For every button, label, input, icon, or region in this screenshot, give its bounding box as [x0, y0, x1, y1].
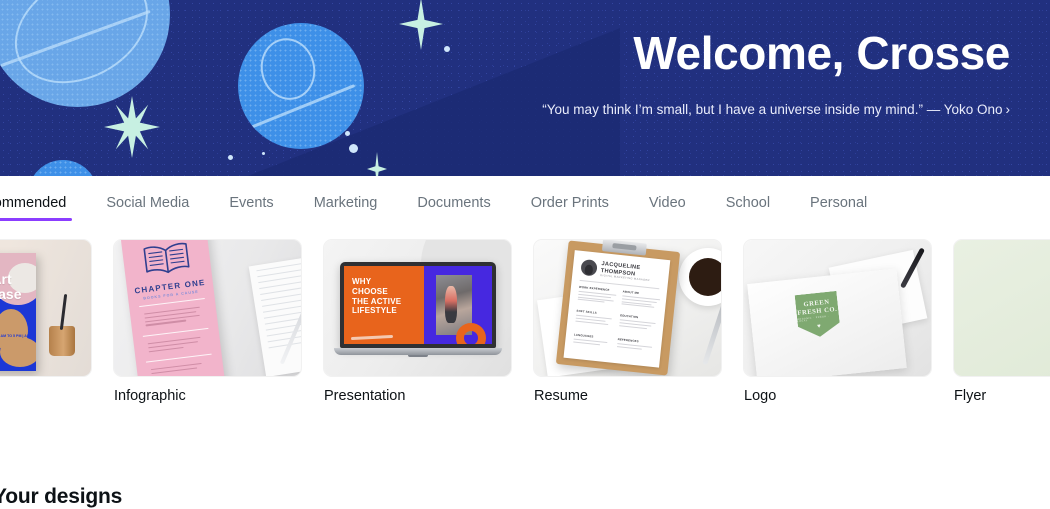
- template-card-logo[interactable]: GREEN FRESH CO. ORGANIC · FRESH · LOCAL ♥…: [744, 240, 931, 404]
- planet-icon: [28, 160, 98, 176]
- template-card-row: Crosse University presents Pride Art Sho…: [0, 240, 1050, 430]
- tab-school[interactable]: School: [706, 195, 790, 221]
- resume-artwork: JACQUELINE THOMPSON DIGITAL MARKETING MAN…: [563, 250, 671, 368]
- chevron-right-icon: ›: [1005, 101, 1011, 117]
- laptop-mockup-icon: WHYCHOOSETHE ACTIVELIFESTYLE ✕: [334, 262, 502, 357]
- poster-subtext: An exhibit to support and showcase our L…: [0, 307, 5, 324]
- envelope-front: GREEN FRESH CO. ORGANIC · FRESH · LOCAL ♥: [747, 268, 907, 376]
- banner-text-block: Welcome, Crosse “You may think I’m small…: [542, 28, 1010, 118]
- planet-icon: [238, 23, 364, 149]
- banner-quote-text: “You may think I’m small, but I have a u…: [542, 101, 1003, 117]
- planet-icon: [0, 0, 170, 107]
- poster-headline: Pride Art Showcase: [0, 271, 22, 303]
- tab-video[interactable]: Video: [629, 195, 706, 221]
- template-card-presentation[interactable]: WHYCHOOSETHE ACTIVELIFESTYLE ✕: [324, 240, 511, 404]
- star-dot-icon: [262, 152, 265, 155]
- star-dot-icon: [345, 131, 350, 136]
- tab-recommended[interactable]: Recommended: [0, 195, 86, 221]
- logo-name: GREEN FRESH CO.: [797, 298, 838, 317]
- donut-shape: [455, 323, 486, 344]
- pen-icon: [59, 293, 68, 331]
- template-card-flyer[interactable]: Flyer: [954, 240, 1050, 404]
- card-label-resume: Resume: [534, 388, 588, 404]
- logo-thumbnail: GREEN FRESH CO. ORGANIC · FRESH · LOCAL ♥: [744, 240, 931, 376]
- heart-icon: ♥: [816, 323, 822, 330]
- card-label-infographic: Infographic: [114, 388, 186, 404]
- card-label-flyer: Flyer: [954, 388, 987, 404]
- category-tab-bar: Recommended Social Media Events Marketin…: [0, 176, 1050, 232]
- card-label-poster: Poster: [0, 388, 91, 404]
- tab-marketing[interactable]: Marketing: [294, 195, 398, 221]
- card-label-presentation: Presentation: [324, 388, 406, 404]
- star-dot-icon: [444, 46, 450, 52]
- tab-documents[interactable]: Documents: [397, 195, 510, 221]
- presentation-thumbnail: WHYCHOOSETHE ACTIVELIFESTYLE ✕: [324, 240, 511, 376]
- coffee-cup-icon: [679, 248, 721, 306]
- poster-thumbnail: Crosse University presents Pride Art Sho…: [0, 240, 91, 376]
- tab-personal[interactable]: Personal: [790, 195, 887, 221]
- poster-artwork: Crosse University presents Pride Art Sho…: [0, 253, 36, 371]
- resume-thumbnail: JACQUELINE THOMPSON DIGITAL MARKETING MAN…: [534, 240, 721, 376]
- tab-social-media[interactable]: Social Media: [86, 195, 209, 221]
- section-heading-your-designs: Your designs: [0, 485, 123, 508]
- notepad-icon: [248, 254, 301, 376]
- clipboard-icon: JACQUELINE THOMPSON DIGITAL MARKETING MAN…: [555, 240, 681, 376]
- template-card-resume[interactable]: JACQUELINE THOMPSON DIGITAL MARKETING MAN…: [534, 240, 721, 404]
- star-dot-icon: [349, 144, 358, 153]
- template-card-infographic[interactable]: CHAPTER ONE BOOKS FOR A CAUSE Infographi…: [114, 240, 301, 404]
- page-title: Welcome, Crosse: [633, 27, 1010, 79]
- poster-details: ALL MONTH OF JUNE | 10 AM TO 5 PM | ART …: [0, 333, 32, 338]
- card-label-logo: Logo: [744, 388, 777, 404]
- avatar: [580, 258, 598, 277]
- pen-icon: [702, 302, 721, 366]
- star-dot-icon: [228, 155, 233, 160]
- infographic-thumbnail: CHAPTER ONE BOOKS FOR A CAUSE: [114, 240, 301, 376]
- infographic-artwork: CHAPTER ONE BOOKS FOR A CAUSE: [120, 240, 226, 376]
- pencil-cup-icon: [49, 326, 75, 356]
- template-card-poster[interactable]: Crosse University presents Pride Art Sho…: [0, 240, 91, 404]
- open-book-icon: [141, 240, 193, 277]
- logo-badge: GREEN FRESH CO. ORGANIC · FRESH · LOCAL ♥: [795, 291, 841, 339]
- flyer-thumbnail: [954, 240, 1050, 376]
- tab-events[interactable]: Events: [209, 195, 293, 221]
- tab-order-prints[interactable]: Order Prints: [511, 195, 629, 221]
- banner-quote[interactable]: “You may think I’m small, but I have a u…: [542, 101, 1010, 119]
- slide-headline: WHY CHOOSE THE ACTIVE LIFESTYLE: [352, 277, 402, 316]
- welcome-banner: Welcome, Crosse “You may think I’m small…: [0, 0, 1050, 176]
